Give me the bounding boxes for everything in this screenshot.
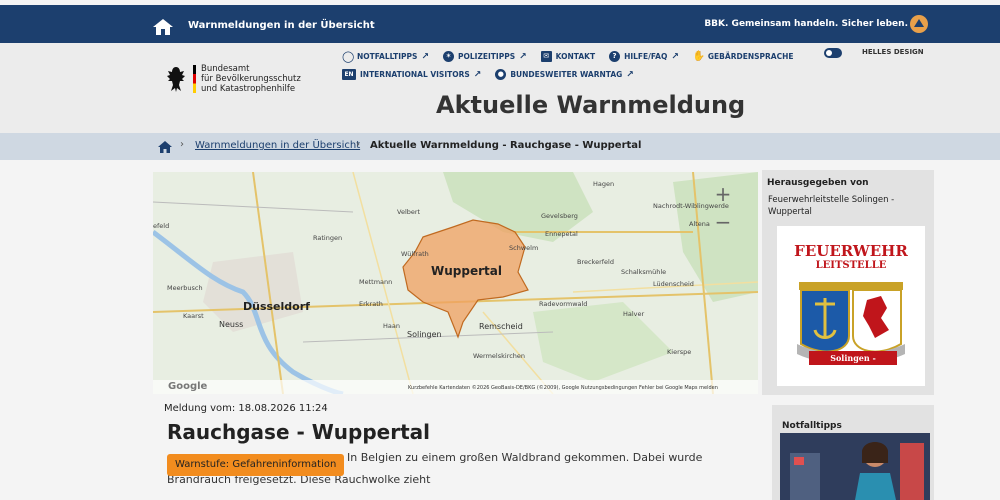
map-label-gevelsberg: Gevelsberg [541, 212, 578, 220]
design-toggle-switch[interactable] [824, 48, 842, 58]
map-label-schalksmuehle: Schalksmühle [621, 268, 667, 276]
design-toggle-label: HELLES DESIGN [862, 48, 924, 56]
emergency-tips-image[interactable] [780, 433, 930, 500]
chevron-right-icon: › [180, 139, 184, 150]
chevron-right-icon: › [356, 139, 360, 150]
nav-international-visitors[interactable]: EN INTERNATIONAL VISITORS ↗ [342, 69, 481, 80]
map-label-wuppertal: Wuppertal [431, 264, 502, 278]
external-link-icon: ↗ [473, 69, 482, 80]
nav-notfalltipps[interactable]: ◯ NOTFALLTIPPS ↗ [342, 51, 429, 62]
map-label-wermelskirchen: Wermelskirchen [473, 352, 526, 360]
issuer-heading: Herausgegeben von [767, 178, 869, 188]
topbar-title-link[interactable]: Warnmeldungen in der Übersicht [188, 20, 375, 31]
issuer-name: Feuerwehrleitstelle Solingen - Wuppertal [768, 195, 895, 217]
map-label-wuelfrath: Wülfrath [401, 250, 429, 258]
google-logo: Google [168, 381, 208, 392]
warntag-icon: ● [495, 69, 507, 80]
map-label-remscheid: Remscheid [479, 322, 523, 331]
federal-eagle-icon [167, 67, 185, 92]
map-label-radevormwald: Radevormwald [539, 300, 588, 308]
site-header: Bundesamt für Bevölkerungsschutz und Kat… [0, 43, 1000, 143]
external-link-icon: ↗ [626, 69, 634, 80]
person-illustration-icon [780, 433, 930, 500]
map-label-velbert: Velbert [397, 208, 421, 216]
map-zoom-out-button[interactable]: − [713, 212, 733, 232]
help-icon: ? [609, 51, 621, 62]
lightbulb-icon: ◯ [342, 50, 355, 63]
map-label-hagen: Hagen [593, 180, 615, 188]
external-link-icon: ↗ [519, 51, 527, 62]
map-label-halver: Halver [623, 310, 645, 318]
alert-date: Meldung vom: 18.08.2026 11:24 [164, 403, 328, 414]
map-label-meerbusch: Meerbusch [167, 284, 203, 292]
nav-row-secondary: EN INTERNATIONAL VISITORS ↗ ● BUNDESWEIT… [342, 69, 634, 80]
nav-warntag[interactable]: ● BUNDESWEITER WARNTAG ↗ [495, 69, 634, 80]
breadcrumb-current: Aktuelle Warnmeldung - Rauchgase - Wuppe… [370, 140, 642, 151]
nav-kontakt[interactable]: ✉ KONTAKT [540, 51, 595, 62]
emergency-tips-heading[interactable]: Notfalltipps [782, 421, 842, 431]
map-label-kaarst: Kaarst [183, 312, 204, 320]
map-label-kierspe: Kierspe [667, 348, 692, 356]
german-flag-stripe [193, 65, 196, 93]
map-label-mettmann: Mettmann [359, 278, 393, 286]
bbk-logo-icon[interactable] [910, 15, 928, 33]
map-label-ennepetal: Ennepetal [545, 230, 578, 238]
page-title: Aktuelle Warnmeldung [436, 91, 746, 119]
contact-card-icon: ✉ [540, 51, 552, 62]
map-label-erkrath: Erkrath [359, 300, 383, 308]
map-label-schwelm: Schwelm [509, 244, 539, 252]
map-label-breckerfeld: Breckerfeld [577, 258, 614, 266]
map-label-solingen: Solingen [407, 330, 442, 339]
alert-title: Rauchgase - Wuppertal [167, 420, 431, 444]
nav-gebaerdensprache[interactable]: ✋ GEBÄRDENSPRACHE [693, 51, 794, 62]
top-bar: Warnmeldungen in der Übersicht BBK. Geme… [0, 5, 1000, 43]
page: Warnmeldungen in der Übersicht BBK. Geme… [0, 0, 1000, 500]
map-label-duesseldorf: Düsseldorf [243, 300, 310, 313]
breadcrumb-home-icon[interactable] [158, 141, 172, 153]
map-label-efeld: efeld [153, 222, 170, 230]
breadcrumb: › Warnmeldungen in der Übersicht › Aktue… [0, 133, 1000, 160]
org-name[interactable]: Bundesamt für Bevölkerungsschutz und Kat… [201, 64, 351, 94]
home-icon[interactable] [152, 18, 174, 36]
external-link-icon: ↗ [671, 51, 679, 62]
topbar-slogan: BBK. Gemeinsam handeln. Sicher leben. [704, 19, 908, 29]
breadcrumb-link-overview[interactable]: Warnmeldungen in der Übersicht [195, 140, 360, 151]
warning-level-badge: Warnstufe: Gefahreninformation [167, 454, 345, 476]
police-badge-icon: ✶ [443, 51, 455, 62]
nav-row-main: ◯ NOTFALLTIPPS ↗ ✶ POLIZEITIPPS ↗ ✉ KONT… [342, 51, 794, 62]
map-label-luedenscheid: Lüdenscheid [653, 280, 694, 288]
map-credits[interactable]: Kurzbefehle Kartendaten ©2026 GeoBasis-D… [408, 385, 718, 391]
map-label-altena: Altena [689, 220, 710, 228]
nav-polizeitipps[interactable]: ✶ POLIZEITIPPS ↗ [443, 51, 527, 62]
map-label-ratingen: Ratingen [313, 234, 343, 242]
sign-language-icon: ✋ [692, 51, 706, 62]
map-label-haan: Haan [383, 322, 400, 330]
external-link-icon: ↗ [421, 51, 430, 62]
nav-hilfe-faq[interactable]: ? HILFE/FAQ ↗ [609, 51, 679, 62]
map-label-nachrodt: Nachrodt-Wiblingwerde [653, 202, 729, 210]
en-language-icon: EN [342, 69, 356, 80]
warning-map[interactable]: + − Wuppertal Düsseldorf Solingen Remsch… [153, 172, 758, 394]
map-zoom-in-button[interactable]: + [713, 184, 733, 204]
issuer-crest-logo: FEUERWEHR LEITSTELLE Solingen - Wupperta… [777, 226, 925, 386]
map-label-neuss: Neuss [219, 320, 244, 329]
map-footer: Google Kurzbefehle Kartendaten ©2026 Geo… [153, 380, 758, 394]
